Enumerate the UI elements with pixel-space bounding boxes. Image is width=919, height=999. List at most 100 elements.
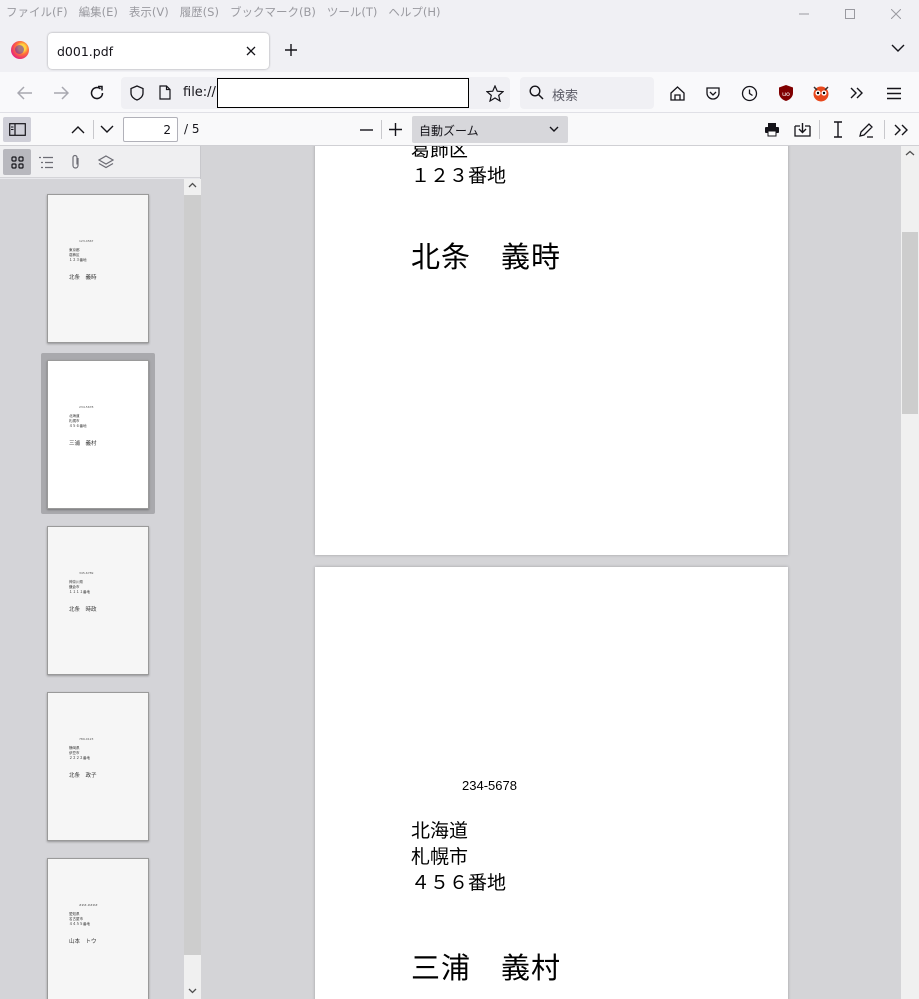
owl-extension-button[interactable] xyxy=(808,80,834,106)
menu-edit[interactable]: 編集(E) xyxy=(79,4,118,20)
thumbnail-name: 山本 トウ xyxy=(69,939,97,945)
menu-tools[interactable]: ツール(T) xyxy=(327,4,378,20)
thumbnail-page-1[interactable]: 123-4567 東京都 葛飾区 １２３番地 北条 義時 xyxy=(47,194,149,343)
page-address-line: 札幌市 xyxy=(411,846,469,868)
thumbnail-page-4[interactable]: 789-0123 静岡県 伊豆市 ２２２２番地 北条 政子 xyxy=(47,692,149,841)
forward-button[interactable] xyxy=(48,80,74,106)
overflow-menu-button[interactable] xyxy=(844,80,870,106)
menu-bookmarks[interactable]: ブックマーク(B) xyxy=(230,4,316,20)
minimize-button[interactable] xyxy=(781,0,827,28)
scroll-up-arrow-icon[interactable] xyxy=(188,182,197,188)
draw-tool-button[interactable] xyxy=(853,117,879,142)
tab-title: d001.pdf xyxy=(57,43,114,59)
thumbnail-page-3[interactable]: 345-6789 神奈川県 鎌倉市 １１１１番地 北条 時政 xyxy=(47,526,149,675)
bookmark-star-button[interactable] xyxy=(482,80,508,106)
chevron-down-icon xyxy=(891,44,905,52)
sidebar-scrollbar[interactable] xyxy=(184,179,201,999)
url-bar[interactable]: file:// xyxy=(121,77,510,109)
pdf-page-2: 234-5678 北海道 札幌市 ４５６番地 三浦 義村 xyxy=(315,567,788,999)
save-button[interactable] xyxy=(789,117,815,142)
navigation-toolbar: file:// 検索 uo xyxy=(0,72,919,113)
maximize-icon xyxy=(845,9,855,19)
back-button[interactable] xyxy=(12,80,38,106)
thumbnail-name: 北条 義時 xyxy=(69,275,97,281)
list-icon xyxy=(39,156,53,168)
pdf-toolbar: / 5 自動ズーム xyxy=(0,113,919,146)
pocket-icon xyxy=(706,86,720,100)
outline-view-button[interactable] xyxy=(32,149,60,175)
scroll-down-arrow-icon[interactable] xyxy=(188,988,197,994)
firefox-view-button[interactable] xyxy=(664,80,690,106)
toolbar-separator xyxy=(819,120,820,139)
menu-view[interactable]: 表示(V) xyxy=(129,4,169,20)
thumbnail-address-line: ４５６番地 xyxy=(69,424,87,428)
minus-icon xyxy=(359,128,373,131)
toolbar-separator xyxy=(884,120,885,139)
clock-icon xyxy=(741,85,757,101)
close-window-button[interactable] xyxy=(873,0,919,28)
star-icon xyxy=(486,84,504,102)
svg-text:uo: uo xyxy=(782,90,790,98)
pdf-viewer[interactable]: 葛飾区 １２３番地 北条 義時 234-5678 北海道 札幌市 ４５６番地 三… xyxy=(201,146,901,999)
arrow-left-icon xyxy=(17,86,32,100)
pocket-button[interactable] xyxy=(700,80,726,106)
url-input[interactable] xyxy=(217,78,469,108)
maximize-button[interactable] xyxy=(827,0,873,28)
pdf-page-1: 葛飾区 １２３番地 北条 義時 xyxy=(315,146,788,555)
reload-button[interactable] xyxy=(84,80,110,106)
chevron-up-icon xyxy=(71,126,85,134)
tools-menu-button[interactable] xyxy=(888,117,914,142)
print-button[interactable] xyxy=(759,117,785,142)
history-button[interactable] xyxy=(736,80,762,106)
scroll-up-arrow-icon[interactable] xyxy=(905,150,915,156)
chevron-down-icon xyxy=(549,126,559,132)
menu-file[interactable]: ファイル(F) xyxy=(6,4,68,20)
thumbnail-address-line: １２３番地 xyxy=(69,258,87,262)
tab-pdf[interactable]: d001.pdf xyxy=(48,33,269,69)
zoom-in-button[interactable] xyxy=(382,117,408,142)
chevron-down-icon xyxy=(100,125,114,133)
zoom-select[interactable]: 自動ズーム xyxy=(412,116,568,143)
zoom-value: 自動ズーム xyxy=(419,124,479,138)
shield-icon[interactable] xyxy=(130,85,144,101)
plus-icon xyxy=(285,44,297,56)
zoom-out-button[interactable] xyxy=(353,117,379,142)
collection-icon xyxy=(669,85,685,101)
search-box[interactable]: 検索 xyxy=(520,77,654,109)
previous-page-button[interactable] xyxy=(65,117,91,142)
new-tab-button[interactable] xyxy=(280,40,302,62)
firefox-logo-icon[interactable] xyxy=(11,41,29,59)
page-recipient-name: 北条 義時 xyxy=(411,240,562,274)
ublock-extension-button[interactable]: uo xyxy=(773,80,799,106)
menu-help[interactable]: ヘルプ(H) xyxy=(388,4,440,20)
list-all-tabs-button[interactable] xyxy=(891,41,905,57)
text-cursor-icon xyxy=(834,121,842,138)
thumbnail-address-line: ２２２２番地 xyxy=(69,756,90,760)
minimize-icon xyxy=(799,13,809,15)
viewer-scrollbar[interactable] xyxy=(901,146,919,999)
printer-icon xyxy=(765,123,779,137)
thumbnails-view-button[interactable] xyxy=(3,149,31,175)
plus-icon xyxy=(388,123,402,136)
page-address-line: 北海道 xyxy=(411,820,469,842)
sidebar-toggle-button[interactable] xyxy=(3,117,31,142)
next-page-button[interactable] xyxy=(94,117,120,142)
thumbnail-page-2[interactable]: 234-5678 北海道 札幌市 ４５６番地 三浦 義村 xyxy=(47,360,149,509)
pen-icon xyxy=(859,122,873,138)
attachments-view-button[interactable] xyxy=(62,149,90,175)
tab-close-button[interactable] xyxy=(242,42,260,60)
thumbnail-zip: 234-5678 xyxy=(79,405,94,409)
app-menu-button[interactable] xyxy=(881,80,907,106)
ublock-icon: uo xyxy=(779,85,793,101)
sidebar-scrollbar-thumb[interactable] xyxy=(184,195,201,955)
grid-icon xyxy=(10,155,24,169)
thumbnail-zip: ###-#### xyxy=(79,903,98,907)
layers-view-button[interactable] xyxy=(92,149,120,175)
viewer-scrollbar-thumb[interactable] xyxy=(902,232,918,414)
browser-window: ファイル(F) 編集(E) 表示(V) 履歴(S) ブックマーク(B) ツール(… xyxy=(0,0,919,999)
thumbnail-page-5[interactable]: ###-#### 愛知県 名古屋市 ４４５５番地 山本 トウ xyxy=(47,858,149,999)
thumbnail-address-line: ４４５５番地 xyxy=(69,922,90,926)
page-number-input[interactable] xyxy=(123,117,178,142)
menu-history[interactable]: 履歴(S) xyxy=(180,4,219,20)
text-tool-button[interactable] xyxy=(825,117,851,142)
